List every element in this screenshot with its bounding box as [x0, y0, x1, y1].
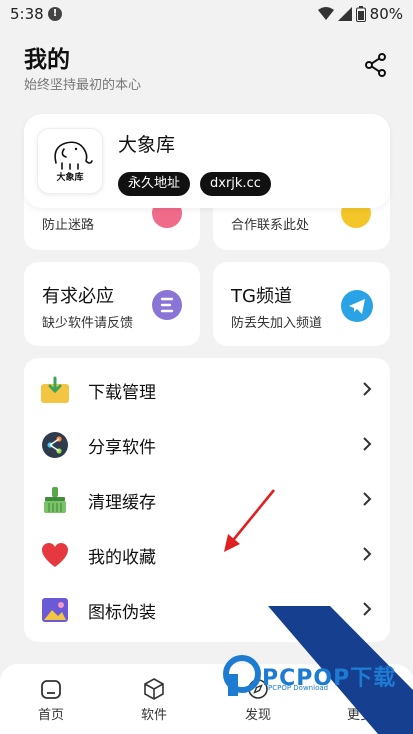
- tag-domain[interactable]: dxrjk.cc: [200, 172, 271, 196]
- battery-icon: [355, 6, 366, 22]
- tile-lost-subtitle: 防止迷路: [42, 218, 95, 233]
- tile-tg[interactable]: TG频道 防丢失加入频道: [213, 262, 390, 346]
- menu-item-share-software[interactable]: 分享软件: [24, 417, 390, 472]
- nav-home-label: 首页: [37, 708, 64, 723]
- chevron-right-icon: [363, 382, 372, 396]
- picture-icon: [42, 598, 68, 622]
- nav-software-label: 软件: [140, 708, 167, 723]
- menu-list: 下载管理 分享软件 清理缓存 我的收藏 图标伪装: [24, 358, 390, 642]
- tile-request-title: 有求必应: [42, 286, 114, 307]
- feedback-icon: [152, 290, 182, 320]
- watermark-logo: PCPOP下载 PCPOP Download: [222, 654, 402, 700]
- alert-icon: !: [48, 7, 62, 21]
- profile-name: 大象库: [118, 134, 176, 156]
- status-bar: 5:38 ! 80%: [0, 0, 413, 30]
- menu-item-download-manager[interactable]: 下载管理: [24, 362, 390, 417]
- tile-tg-subtitle: 防丢失加入频道: [231, 316, 323, 331]
- menu-label: 分享软件: [88, 438, 156, 458]
- watermark-sub: PCPOP Download: [268, 684, 329, 692]
- chevron-right-icon: [363, 492, 372, 506]
- app-logo: 大象库: [37, 128, 103, 194]
- status-indicators: 80%: [317, 5, 403, 23]
- status-time: 5:38: [10, 5, 44, 23]
- menu-item-icon-disguise[interactable]: 图标伪装: [24, 582, 390, 637]
- profile-card[interactable]: 大象库 大象库 永久地址 dxrjk.cc: [24, 114, 390, 208]
- menu-item-clear-cache[interactable]: 清理缓存: [24, 472, 390, 527]
- tag-permanent-address[interactable]: 永久地址: [118, 172, 191, 196]
- logo-text: 大象库: [56, 173, 84, 183]
- nav-more-label: 更多: [346, 708, 373, 723]
- heart-icon: [42, 543, 68, 567]
- chevron-right-icon: [363, 437, 372, 451]
- tile-contact-subtitle: 合作联系此处: [231, 218, 310, 233]
- elephant-icon: [54, 141, 93, 170]
- home-icon: [41, 680, 61, 699]
- chevron-right-icon: [363, 602, 372, 616]
- download-folder-icon: [41, 376, 69, 403]
- menu-label: 图标伪装: [88, 603, 156, 623]
- nav-discover-label: 发现: [244, 708, 271, 723]
- battery-percent: 80%: [369, 5, 403, 23]
- annotation-arrow-icon: [224, 489, 276, 552]
- tile-request[interactable]: 有求必应 缺少软件请反馈: [24, 262, 200, 346]
- tile-tg-title: TG频道: [231, 286, 292, 307]
- menu-label: 我的收藏: [88, 548, 156, 568]
- signal-icon: [337, 7, 352, 21]
- menu-item-favorites[interactable]: 我的收藏: [24, 527, 390, 582]
- nav-home[interactable]: 首页: [21, 678, 81, 723]
- menu-label: 清理缓存: [88, 493, 156, 513]
- box-icon: [144, 678, 164, 700]
- wifi-icon: [317, 7, 334, 20]
- nav-software[interactable]: 软件: [124, 678, 184, 723]
- tile-request-subtitle: 缺少软件请反馈: [42, 316, 134, 331]
- chevron-right-icon: [363, 547, 372, 561]
- page-subtitle: 始终坚持最初的本心: [24, 78, 142, 93]
- menu-label: 下载管理: [88, 383, 156, 403]
- pcpop-logo-icon: [223, 655, 261, 696]
- telegram-icon: [341, 290, 373, 322]
- page-title: 我的: [24, 47, 70, 73]
- broom-icon: [44, 487, 66, 513]
- share-icon: [42, 432, 68, 458]
- share-icon[interactable]: [363, 52, 389, 78]
